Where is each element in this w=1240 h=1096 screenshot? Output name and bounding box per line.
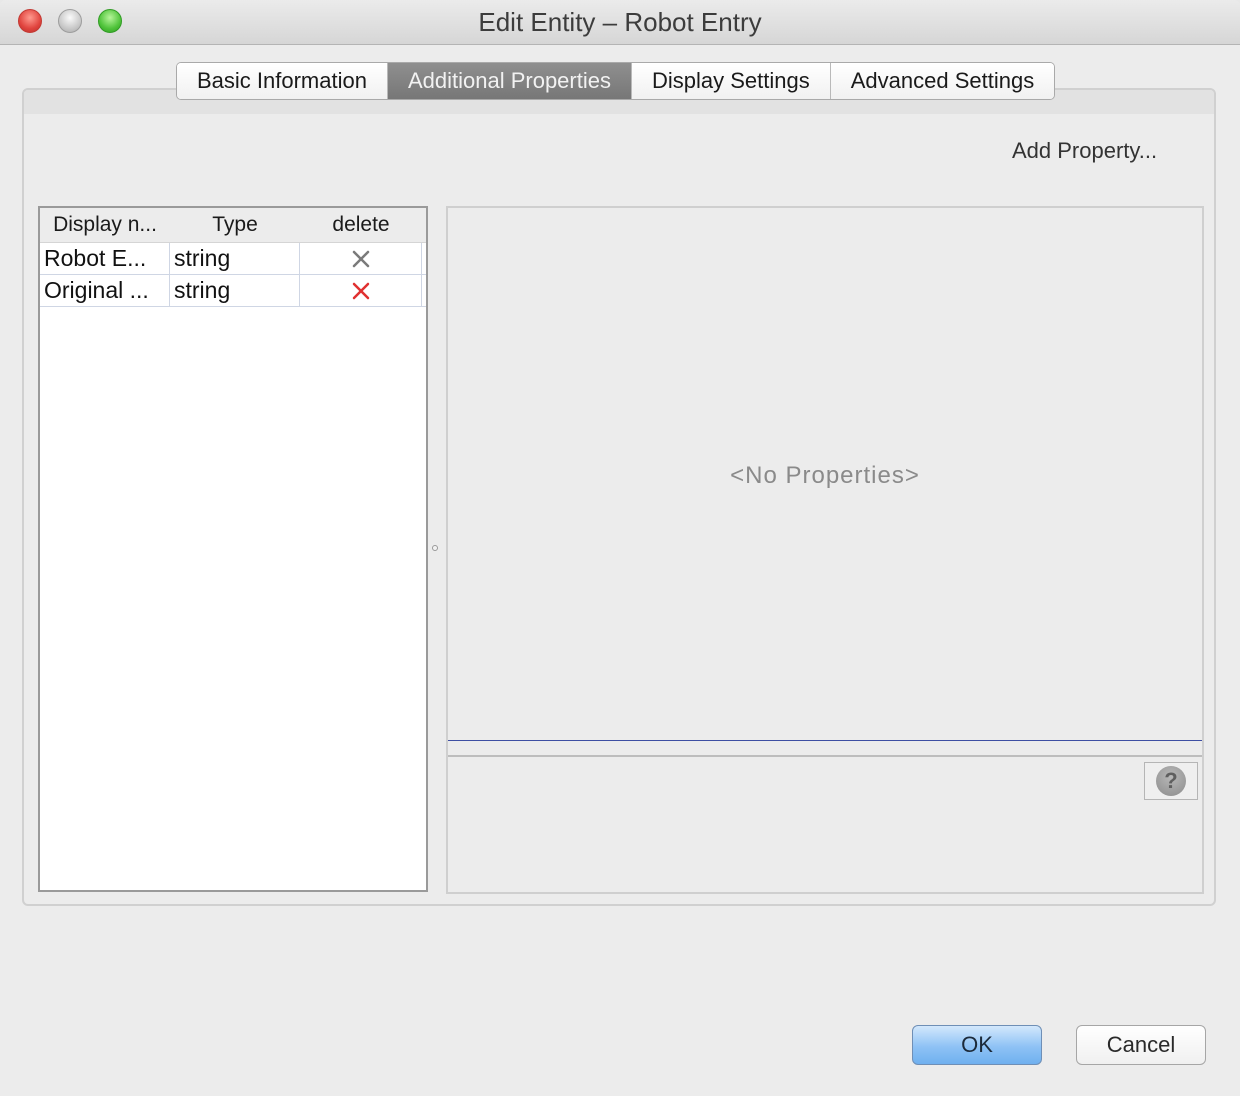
window-title: Edit Entity – Robot Entry	[478, 7, 762, 37]
edit-entity-dialog: Edit Entity – Robot Entry Basic Informat…	[0, 0, 1240, 1096]
delete-x-red-icon[interactable]	[350, 280, 372, 302]
table-header: Display n... Type delete	[40, 208, 426, 243]
cell-display-name[interactable]: Original ...	[40, 275, 170, 306]
column-header-display-name[interactable]: Display n...	[40, 208, 170, 242]
cell-type[interactable]: string	[170, 243, 300, 274]
delete-cell[interactable]	[300, 243, 422, 274]
title-bar: Edit Entity – Robot Entry	[0, 0, 1240, 45]
tab-bar: Basic Information Additional Properties …	[176, 62, 1056, 100]
tab-additional-properties[interactable]: Additional Properties	[387, 63, 632, 99]
panel-separator-line	[448, 740, 1202, 741]
help-button[interactable]: ?	[1144, 762, 1198, 800]
tab-basic-information[interactable]: Basic Information	[177, 63, 388, 99]
column-header-type[interactable]: Type	[170, 208, 300, 242]
property-editor-panel: <No Properties> ?	[446, 206, 1204, 894]
tab-display-settings[interactable]: Display Settings	[631, 63, 831, 99]
table-row[interactable]: Original ... string	[40, 275, 426, 307]
no-properties-placeholder: <No Properties>	[730, 462, 920, 489]
cell-display-name[interactable]: Robot E...	[40, 243, 170, 274]
properties-table: Display n... Type delete Robot E... stri…	[38, 206, 428, 892]
column-header-delete[interactable]: delete	[300, 208, 422, 242]
cell-type[interactable]: string	[170, 275, 300, 306]
description-area-divider[interactable]	[448, 755, 1202, 757]
split-pane-divider-handle[interactable]	[432, 545, 438, 551]
ok-button[interactable]: OK	[912, 1025, 1042, 1065]
delete-x-gray-icon[interactable]	[350, 248, 372, 270]
cancel-button[interactable]: Cancel	[1076, 1025, 1206, 1065]
question-mark-icon: ?	[1156, 766, 1186, 796]
add-property-button[interactable]: Add Property...	[1012, 138, 1157, 164]
tab-advanced-settings[interactable]: Advanced Settings	[830, 63, 1055, 99]
delete-cell[interactable]	[300, 275, 422, 306]
table-row[interactable]: Robot E... string	[40, 243, 426, 275]
